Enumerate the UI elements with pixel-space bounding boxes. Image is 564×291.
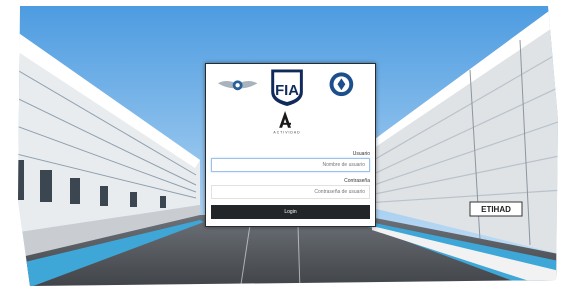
login-page: ETIHAD FIA ACTIVIDAD Usuario Nombre de u… (0, 0, 564, 291)
brand-logo: ACTIVIDAD (273, 110, 300, 135)
password-label: Contraseña (344, 178, 370, 184)
wings-emblem-icon (217, 80, 258, 91)
login-button[interactable]: Login (211, 205, 370, 219)
username-label: Usuario (352, 151, 370, 157)
etihad-sign: ETIHAD (481, 205, 511, 214)
federation-badge-icon (329, 72, 354, 97)
login-form: Usuario Contraseña Login (211, 151, 370, 219)
login-modal: FIA ACTIVIDAD Usuario Contraseña Login (205, 63, 376, 227)
username-input[interactable] (211, 158, 370, 172)
brand-logo-text: ACTIVIDAD (273, 131, 300, 135)
logos-header: FIA ACTIVIDAD (217, 69, 354, 135)
fia-logo-text: FIA (275, 83, 299, 99)
fia-shield-icon: FIA (271, 69, 303, 107)
password-input[interactable] (211, 185, 370, 199)
